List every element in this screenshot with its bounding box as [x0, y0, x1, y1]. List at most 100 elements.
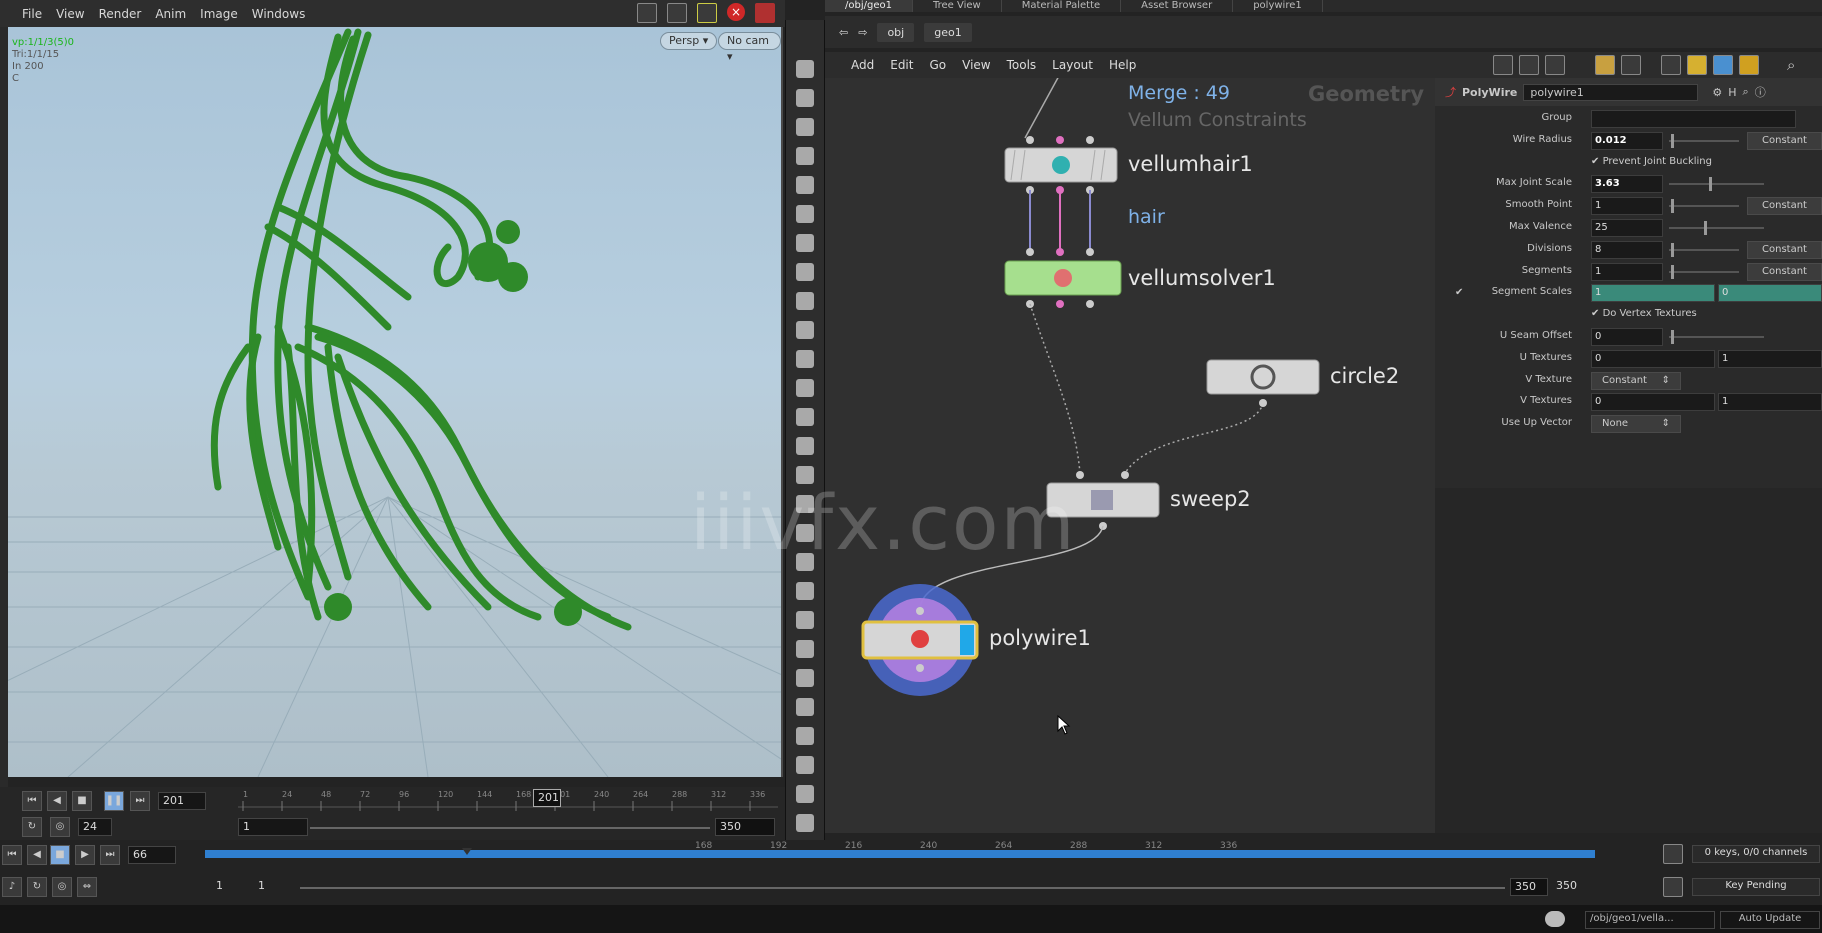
param-slider[interactable] [1669, 199, 1739, 214]
range-icon[interactable]: ⇔ [77, 877, 97, 897]
shelf-tool-icon[interactable] [796, 785, 814, 803]
menu-image[interactable]: Image [200, 7, 238, 21]
param-field[interactable]: 0 [1718, 284, 1822, 303]
jump-end-icon[interactable]: ⏭ [130, 791, 150, 811]
shelf-tool-icon[interactable] [796, 408, 814, 426]
tab-tree-view[interactable]: Tree View [913, 0, 1002, 12]
circle-label[interactable]: circle2 [1330, 364, 1399, 388]
shelf-tool-icon[interactable] [796, 176, 814, 194]
audio-icon[interactable]: ♪ [2, 877, 22, 897]
menu-file[interactable]: File [22, 7, 42, 21]
shelf-tool-icon[interactable] [796, 205, 814, 223]
param-checkbox[interactable]: ✔ Prevent Joint Buckling [1591, 156, 1712, 167]
polywire-label[interactable]: polywire1 [989, 626, 1091, 650]
shelf-tool-icon[interactable] [796, 814, 814, 832]
timeline-options-icon[interactable]: ◎ [50, 817, 70, 837]
global-range-slider[interactable] [300, 887, 1505, 889]
step-back-icon[interactable]: ◀ [27, 845, 47, 865]
menu-windows[interactable]: Windows [252, 7, 306, 21]
menu-layout[interactable]: Layout [1052, 58, 1093, 72]
light-icon[interactable] [697, 3, 717, 23]
shelf-tool-icon[interactable] [796, 147, 814, 165]
frame-field[interactable]: 201 [158, 792, 206, 810]
realtime-icon[interactable]: ↻ [27, 877, 47, 897]
layout-icon[interactable] [1519, 55, 1539, 75]
breadcrumb-geo[interactable]: geo1 [924, 22, 972, 42]
param-field[interactable]: 0 [1591, 349, 1715, 368]
param-mode-button[interactable]: Constant [1747, 262, 1822, 281]
persp-menu-button[interactable]: Persp ▾ [660, 32, 718, 50]
param-mode-button[interactable]: Constant [1747, 131, 1822, 150]
play-icon[interactable]: ▶ [75, 845, 95, 865]
jump-start-icon[interactable]: ⏮ [22, 791, 42, 811]
auto-update-button[interactable]: Auto Update [1720, 911, 1820, 929]
param-dropdown[interactable]: Constant ⇕ [1591, 371, 1681, 390]
param-slider[interactable] [1669, 177, 1764, 192]
range-start-field[interactable]: 1 [238, 818, 308, 836]
close-pane-icon[interactable] [755, 3, 775, 23]
scene-viewport[interactable]: vp:1/1/3(5)0 Tri:1/1/15 In 200 C Persp ▾… [8, 27, 783, 777]
stop-icon[interactable]: ■ [50, 845, 70, 865]
param-slider[interactable] [1669, 221, 1764, 235]
param-slider[interactable] [1669, 264, 1739, 279]
param-mode-button[interactable]: Constant [1747, 197, 1822, 216]
note-icon[interactable] [1687, 55, 1707, 75]
shelf-tool-icon[interactable] [796, 640, 814, 658]
param-field[interactable]: 0 [1591, 393, 1715, 412]
menu-view[interactable]: View [56, 7, 84, 21]
tile-icon[interactable] [1621, 55, 1641, 75]
realtime-icon[interactable]: ↻ [22, 817, 42, 837]
param-field[interactable]: 1 [1591, 262, 1663, 281]
search-icon[interactable]: ⌕ [1787, 56, 1795, 74]
grid-icon[interactable] [1595, 55, 1615, 75]
shelf-tool-icon[interactable] [796, 727, 814, 745]
menu-tools[interactable]: Tools [1007, 58, 1037, 72]
shelf-tool-icon[interactable] [796, 263, 814, 281]
param-dropdown[interactable]: None ⇕ [1591, 415, 1681, 434]
param-field[interactable]: 1 [1718, 393, 1822, 412]
shelf-tool-icon[interactable] [796, 350, 814, 368]
param-field[interactable]: 8 [1591, 240, 1663, 259]
options-icon[interactable]: ◎ [52, 877, 72, 897]
menu-anim[interactable]: Anim [155, 7, 186, 21]
tools-icon[interactable] [1493, 55, 1513, 75]
vellumhair-label[interactable]: vellumhair1 [1128, 152, 1253, 176]
range-end-field[interactable]: 350 [715, 818, 775, 836]
shelf-tool-icon[interactable] [796, 698, 814, 716]
param-field[interactable]: 1 [1591, 197, 1663, 216]
global-end-field[interactable]: 350 [1510, 878, 1548, 896]
tab-polywire[interactable]: polywire1 [1233, 0, 1323, 12]
forward-arrow-icon[interactable]: ⇨ [858, 26, 867, 39]
param-field[interactable]: 0.012 [1591, 131, 1663, 150]
tab-network[interactable]: /obj/geo1 [825, 0, 913, 12]
param-slider[interactable] [1669, 242, 1739, 257]
jump-start-icon[interactable]: ⏮ [2, 845, 22, 865]
param-field[interactable]: 1 [1718, 349, 1822, 368]
global-frame-field[interactable]: 66 [128, 846, 176, 864]
param-slider[interactable] [1669, 133, 1739, 148]
image-icon[interactable] [1713, 55, 1733, 75]
pause-icon[interactable]: ❚❚ [104, 791, 124, 811]
help-icon[interactable]: H [1728, 86, 1736, 99]
shelf-tool-icon[interactable] [796, 756, 814, 774]
network-editor[interactable]: Geometry Merge : 49 Vellum Constraints v… [825, 78, 1435, 833]
step-back-icon[interactable]: ◀ [47, 791, 67, 811]
shelf-tool-icon[interactable] [796, 379, 814, 397]
global-timeline-ruler[interactable]: 168 192 216 240 264 288 312 336 [205, 840, 1600, 870]
info-icon[interactable]: ⓘ [1755, 84, 1766, 100]
node-name-field[interactable]: polywire1 [1523, 83, 1699, 101]
shelf-tool-icon[interactable] [796, 118, 814, 136]
param-field[interactable]: 3.63 [1591, 175, 1663, 194]
animated-key-icon[interactable]: ✔ [1455, 287, 1463, 298]
display-icon[interactable] [1661, 55, 1681, 75]
shelf-tool-icon[interactable] [796, 582, 814, 600]
global-start-field[interactable]: 1 [212, 878, 252, 896]
shelf-tool-icon[interactable] [796, 292, 814, 310]
key-pending-icon[interactable] [1663, 877, 1683, 897]
param-field[interactable]: 25 [1591, 219, 1663, 237]
list-icon[interactable] [1545, 55, 1565, 75]
back-arrow-icon[interactable]: ⇦ [839, 26, 848, 39]
keys-icon[interactable] [1663, 844, 1683, 864]
menu-render[interactable]: Render [99, 7, 142, 21]
param-checkbox[interactable]: ✔ Do Vertex Textures [1591, 308, 1697, 319]
